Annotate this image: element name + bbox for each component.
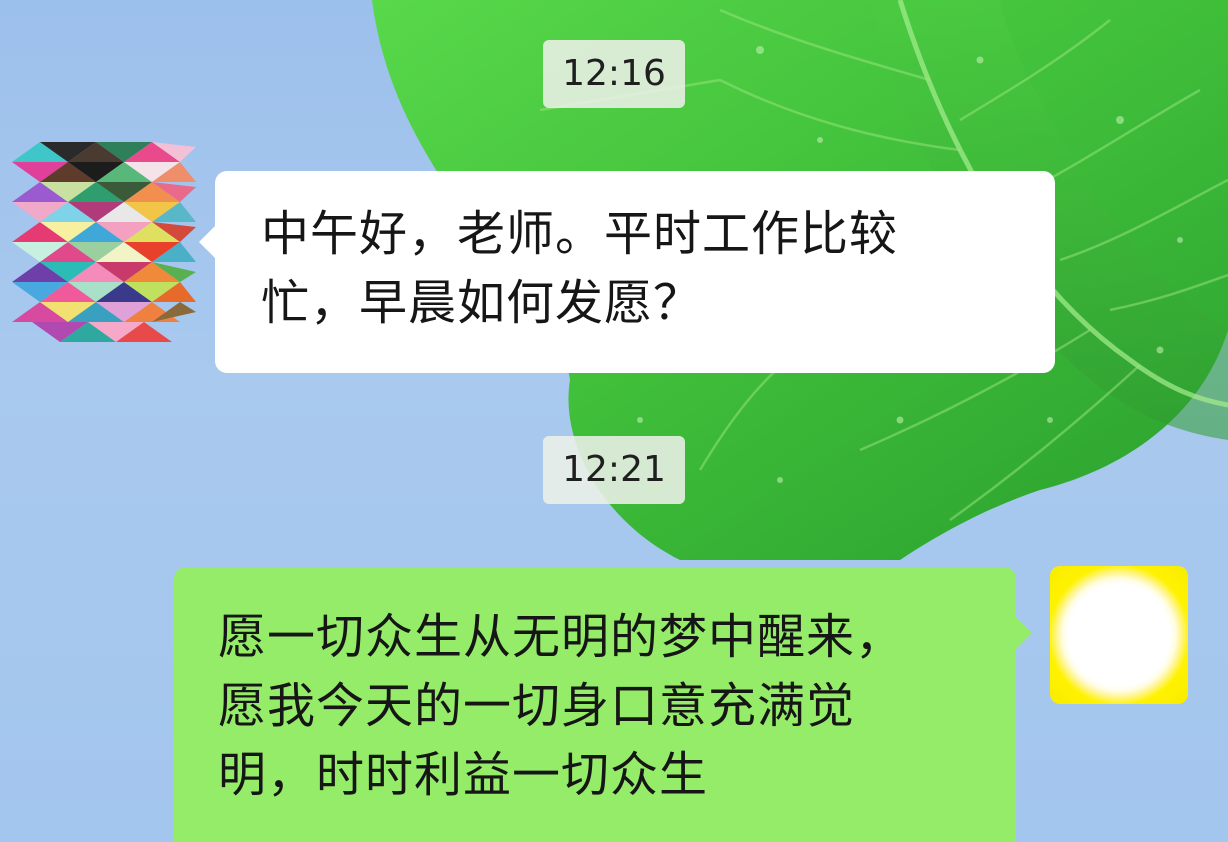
message-text-line: 愿我今天的一切身口意充满觉 <box>218 678 856 734</box>
message-timestamp: 12:21 <box>543 436 685 504</box>
outgoing-message-bubble[interactable]: 愿一切众生从无明的梦中醒来， 愿我今天的一切身口意充满觉 明，时时利益一切众生 <box>174 567 1032 842</box>
incoming-message-bubble[interactable]: 中午好，老师。平时工作比较 忙，早晨如何发愿？ <box>199 171 1055 373</box>
sun-avatar-icon <box>1050 566 1188 704</box>
message-text-line: 明，时时利益一切众生 <box>218 747 709 803</box>
message-text-line: 愿一切众生从无明的梦中醒来， <box>218 609 905 665</box>
geometric-pattern-avatar-icon <box>12 142 196 342</box>
message-timestamp: 12:16 <box>543 40 685 108</box>
contact-avatar[interactable] <box>12 142 196 352</box>
message-text-line: 中午好，老师。平时工作比较 <box>261 206 899 262</box>
my-avatar[interactable] <box>1050 566 1188 704</box>
message-text-line: 忙，早晨如何发愿？ <box>261 275 703 331</box>
